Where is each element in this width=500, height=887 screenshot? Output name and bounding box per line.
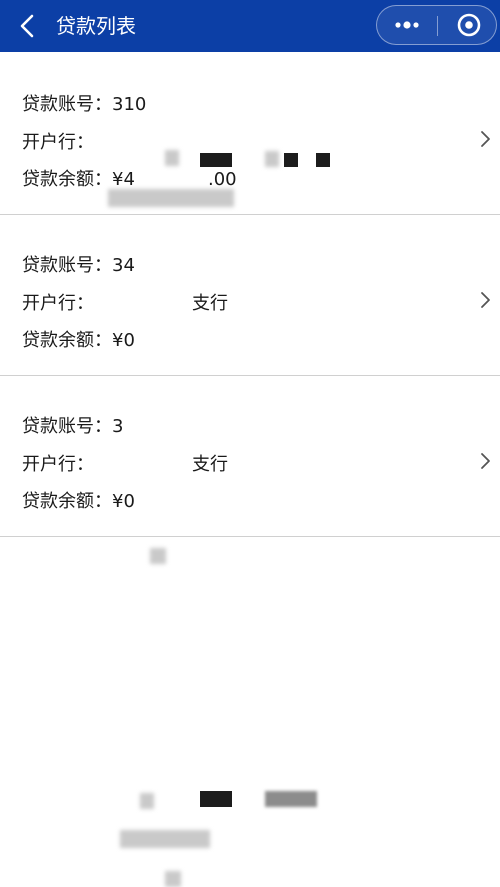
- bank-row: 开户行：: [22, 131, 94, 155]
- chevron-left-icon: [20, 14, 34, 38]
- redaction: [200, 791, 232, 807]
- redaction: [165, 871, 181, 887]
- account-label: 贷款账号：: [22, 416, 112, 437]
- more-dots-icon: [395, 21, 419, 29]
- capsule-divider: [437, 16, 438, 36]
- redaction: [150, 548, 166, 564]
- bank-name: 支行: [192, 454, 228, 475]
- bank-row: 开户行： 支行: [22, 292, 228, 316]
- bank-label: 开户行：: [22, 454, 94, 475]
- redaction: [165, 150, 179, 166]
- bank-label: 开户行：: [22, 293, 94, 314]
- navigation-bar: 贷款列表: [0, 0, 500, 52]
- target-close-icon: [457, 13, 481, 37]
- redaction: [265, 791, 317, 807]
- account-number: 310: [112, 94, 147, 115]
- loan-card[interactable]: 贷款账号：310 开户行： 贷款余额：¥4 .00: [0, 55, 500, 244]
- redaction: [284, 153, 298, 167]
- mini-program-capsule: [376, 5, 497, 45]
- account-label: 贷款账号：: [22, 255, 112, 276]
- redaction: [120, 830, 210, 848]
- account-row: 贷款账号：3: [22, 415, 123, 439]
- chevron-right-icon: [481, 292, 490, 308]
- account-row: 贷款账号：310: [22, 93, 146, 117]
- back-button[interactable]: [12, 10, 44, 42]
- balance-row: 贷款余额：¥0: [22, 490, 135, 514]
- balance-tail: .00: [208, 169, 237, 190]
- balance-label: 贷款余额：: [22, 169, 112, 190]
- balance-row: 贷款余额：¥4: [22, 168, 135, 192]
- bank-label: 开户行：: [22, 132, 94, 153]
- more-button[interactable]: [383, 10, 431, 40]
- bank-name: 支行: [192, 293, 228, 314]
- page-title: 贷款列表: [56, 14, 136, 38]
- close-button[interactable]: [447, 10, 491, 40]
- account-label: 贷款账号：: [22, 94, 112, 115]
- account-number: 34: [112, 255, 135, 276]
- loan-card[interactable]: 贷款账号：3 开户行： 支行 贷款余额：¥0: [0, 377, 500, 887]
- bank-row: 开户行： 支行: [22, 453, 228, 477]
- balance-label: 贷款余额：: [22, 330, 112, 351]
- redaction: [200, 153, 232, 167]
- balance-amount: ¥0: [112, 330, 135, 351]
- chevron-right-icon: [481, 131, 490, 147]
- redaction: [265, 151, 279, 167]
- redaction: [140, 793, 154, 809]
- redaction: [316, 153, 330, 167]
- loan-card[interactable]: 贷款账号：34 开户行： 支行 贷款余额：¥0: [0, 216, 500, 564]
- balance-label: 贷款余额：: [22, 491, 112, 512]
- account-number: 3: [112, 416, 124, 437]
- chevron-right-icon: [481, 453, 490, 469]
- account-row: 贷款账号：34: [22, 254, 135, 278]
- balance-row: 贷款余额：¥0: [22, 329, 135, 353]
- balance-amount: ¥0: [112, 491, 135, 512]
- balance-amount: ¥4: [112, 169, 135, 190]
